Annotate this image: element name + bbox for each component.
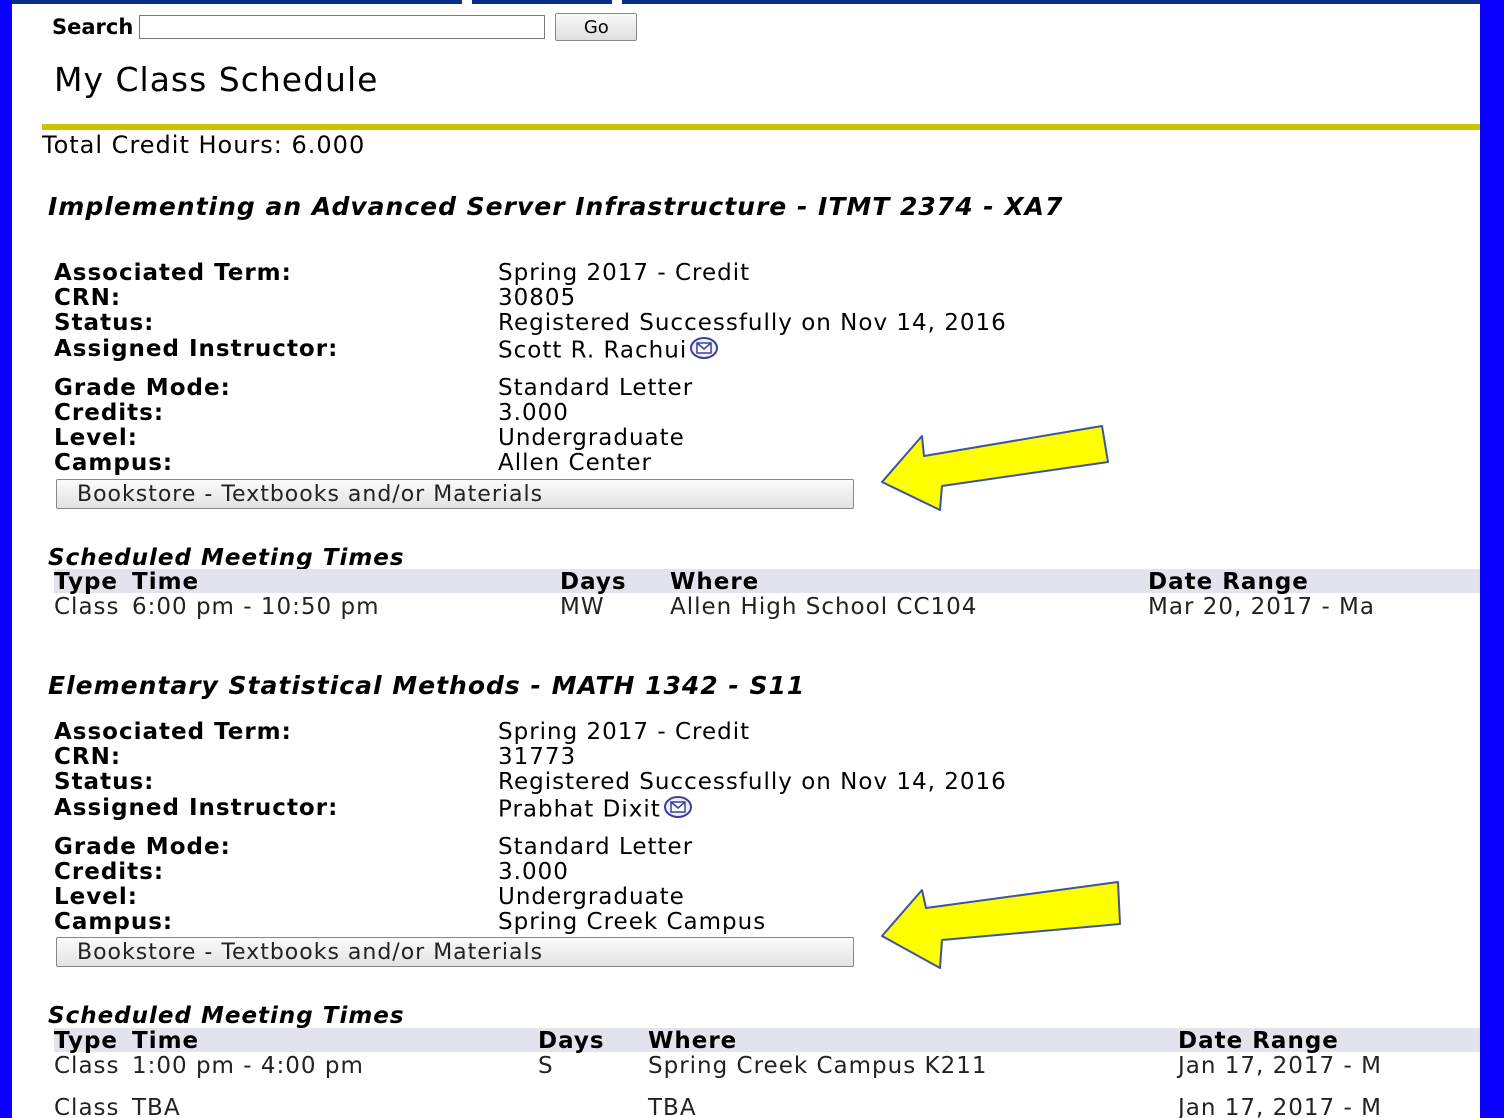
meeting-times-heading: Scheduled Meeting Times [48,545,405,571]
search-input[interactable] [139,15,546,39]
instructor-label: Assigned Instructor: [54,336,339,362]
col-type: Type [54,569,119,595]
col-where: Where [670,569,760,595]
meeting-row: Class 1:00 pm - 4:00 pm S Spring Creek C… [54,1053,1480,1079]
term-value: Spring 2017 - Credit [498,260,751,286]
level-label: Level: [54,884,138,910]
col-date-range: Date Range [1178,1028,1339,1054]
credits-label: Credits: [54,400,165,426]
page-title: My Class Schedule [54,60,379,99]
instructor-label: Assigned Instructor: [54,795,339,821]
grade-mode-value: Standard Letter [498,375,694,401]
crn-value: 30805 [498,285,577,311]
meeting-where: Spring Creek Campus K211 [648,1053,988,1079]
meeting-time: 6:00 pm - 10:50 pm [132,594,380,620]
term-label: Associated Term: [54,719,292,745]
crn-value: 31773 [498,744,577,770]
col-type: Type [54,1028,119,1054]
email-icon[interactable] [689,336,719,366]
status-value: Registered Successfully on Nov 14, 2016 [498,769,1007,795]
grade-mode-label: Grade Mode: [54,834,231,860]
meeting-type: Class [54,1095,120,1118]
meeting-days: S [538,1053,554,1079]
meeting-row: Class TBA TBA Jan 17, 2017 - M [54,1095,1480,1118]
meeting-table-header: Type Time Days Where Date Range [54,1028,1480,1054]
meeting-days: MW [560,594,605,620]
campus-value: Spring Creek Campus [498,909,767,935]
title-divider [42,124,1480,130]
col-date-range: Date Range [1148,569,1309,595]
term-label: Associated Term: [54,260,292,286]
credits-value: 3.000 [498,400,569,426]
meeting-row: Class 6:00 pm - 10:50 pm MW Allen High S… [54,594,1480,620]
meeting-where: TBA [648,1095,697,1118]
credits-label: Credits: [54,859,165,885]
meeting-date-range: Mar 20, 2017 - Ma [1148,594,1375,620]
meeting-table-header: Type Time Days Where Date Range [54,569,1480,595]
col-days: Days [538,1028,605,1054]
top-nav-line [12,0,1480,6]
annotation-arrow-icon [881,425,1109,511]
crn-label: CRN: [54,744,122,770]
instructor-name: Prabhat Dixit [498,796,661,823]
status-label: Status: [54,310,155,336]
page: Search Go My Class Schedule Total Credit… [12,0,1480,1118]
level-value: Undergraduate [498,425,685,451]
term-value: Spring 2017 - Credit [498,719,751,745]
col-where: Where [648,1028,738,1054]
course-title: Implementing an Advanced Server Infrastr… [48,192,1064,221]
level-value: Undergraduate [498,884,685,910]
status-label: Status: [54,769,155,795]
bookstore-button[interactable]: Bookstore - Textbooks and/or Materials [56,479,854,509]
meeting-time: TBA [132,1095,181,1118]
grade-mode-value: Standard Letter [498,834,694,860]
campus-label: Campus: [54,909,174,935]
search-bar: Search Go [52,12,638,42]
campus-value: Allen Center [498,450,652,476]
meeting-times-heading: Scheduled Meeting Times [48,1003,405,1029]
go-button[interactable]: Go [555,13,638,41]
status-value: Registered Successfully on Nov 14, 2016 [498,310,1007,336]
instructor-value: Prabhat Dixit [498,795,693,825]
search-label: Search [52,15,134,39]
crn-label: CRN: [54,285,122,311]
meeting-time: 1:00 pm - 4:00 pm [132,1053,364,1079]
instructor-name: Scott R. Rachui [498,337,688,364]
grade-mode-label: Grade Mode: [54,375,231,401]
meeting-where: Allen High School CC104 [670,594,978,620]
instructor-value: Scott R. Rachui [498,336,719,366]
level-label: Level: [54,425,138,451]
col-time: Time [132,569,200,595]
meeting-type: Class [54,594,120,620]
annotation-arrow-icon [881,881,1121,969]
email-icon[interactable] [663,795,693,825]
bookstore-button[interactable]: Bookstore - Textbooks and/or Materials [56,937,854,967]
meeting-type: Class [54,1053,120,1079]
course-block: Elementary Statistical Methods - MATH 13… [48,671,1480,1118]
total-credit-hours: Total Credit Hours: 6.000 [42,131,366,159]
course-block: Implementing an Advanced Server Infrastr… [48,192,1480,620]
campus-label: Campus: [54,450,174,476]
col-days: Days [560,569,627,595]
credits-value: 3.000 [498,859,569,885]
col-time: Time [132,1028,200,1054]
course-title: Elementary Statistical Methods - MATH 13… [48,671,806,700]
meeting-date-range: Jan 17, 2017 - M [1178,1095,1382,1118]
meeting-date-range: Jan 17, 2017 - M [1178,1053,1382,1079]
